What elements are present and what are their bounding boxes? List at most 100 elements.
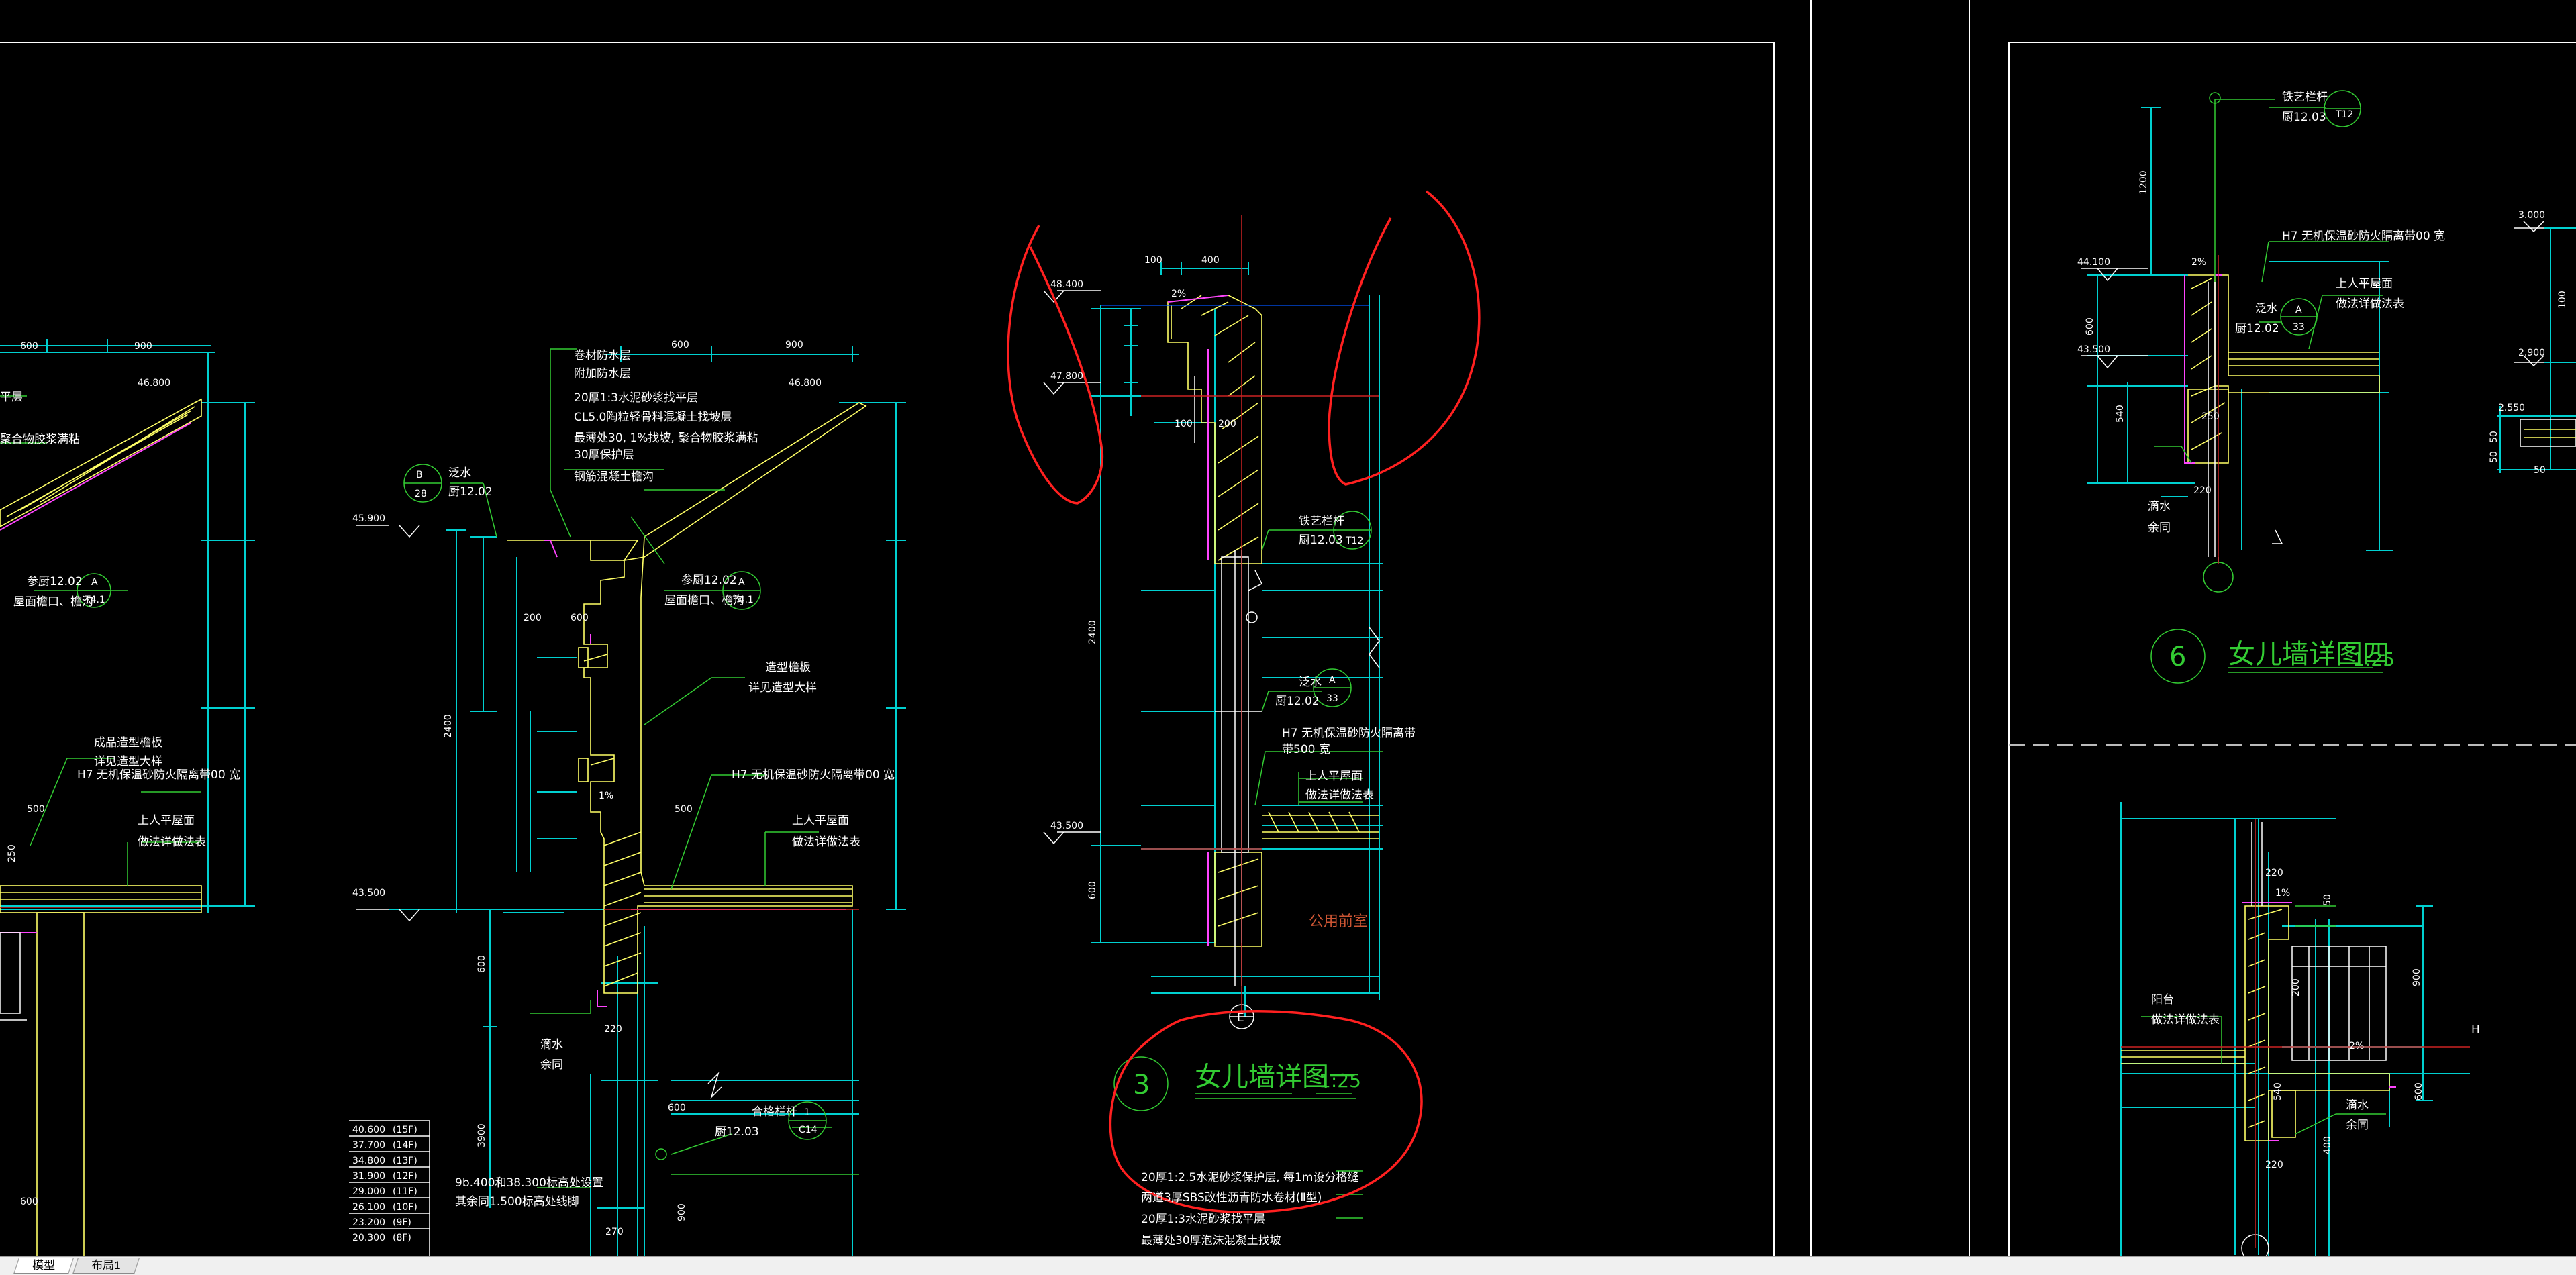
detail-6-label-5: 做法详做法表 — [2336, 297, 2404, 311]
level-value: 34.800 — [352, 1156, 385, 1166]
detail-mid-ref-b-top: B — [416, 470, 423, 480]
detail-mid-ref-b-bottom: 28 — [415, 489, 427, 499]
detail-mid-dim-220: 220 — [604, 1024, 622, 1035]
detail-3-note-1: 20厚1:2.5水泥砂浆保护层, 每1m设分格缝 — [1141, 1171, 1358, 1184]
detail-3-elev-3: 43.500 — [1050, 821, 1083, 831]
tab-layout1[interactable]: 布局1 — [72, 1258, 140, 1274]
detail-mid-label-9: 厨12.02 — [448, 485, 493, 499]
detail-left — [0, 339, 255, 1256]
detail-3-elev-2: 47.800 — [1050, 371, 1083, 382]
far-right-dim-1: 100 — [2557, 291, 2568, 309]
level-floor: (15F) — [393, 1125, 417, 1135]
detail-mid-label-2: 附加防水层 — [574, 367, 631, 380]
detail-3-room-name: 公用前室 — [1309, 913, 1368, 930]
detail-3-label-roof: 上人平屋面 — [1305, 770, 1363, 783]
detail-left-elev: 46.800 — [138, 378, 170, 389]
detail-mid-dim-600b: 600 — [571, 613, 589, 623]
detail-left-dim-4: 250 — [7, 844, 17, 862]
detail-mid-ref-c-top: 1 — [804, 1107, 810, 1118]
detail-left-ref-bottom: T4.1 — [84, 595, 105, 605]
detail-3-dim-4: 200 — [1218, 419, 1236, 429]
detail-mid-note-1: 9b.400和38.300标高处设置 — [455, 1176, 603, 1190]
detail-left-dim-1: 600 — [20, 341, 38, 352]
detail-mid-label-8: 泛水 — [448, 466, 471, 480]
detail-6-elev-1: 44.100 — [2077, 257, 2110, 268]
detail-6-number: 6 — [2169, 642, 2186, 672]
detail-mid-label-10: 参厨12.02 — [681, 574, 737, 587]
detail-3-ref-bubble-1: T12 — [1345, 536, 1363, 546]
detail-mid-label-7: 钢筋混凝土檐沟 — [574, 470, 654, 484]
detail-6-label-4: 上人平屋面 — [2336, 277, 2393, 291]
level-value: 29.000 — [352, 1186, 385, 1197]
far-right-dim-3: 50 — [2489, 451, 2499, 463]
detail-mid-label-1: 卷材防水层 — [574, 349, 631, 362]
detail-bottom-right — [2120, 802, 2470, 1256]
detail-left-label-8: 上人平屋面 — [138, 814, 195, 827]
detail-3-dim-1: 100 — [1144, 255, 1162, 266]
detail-3-dim-6: 600 — [1087, 881, 1098, 899]
detail-left-label-5: 成品造型檐板 — [94, 736, 162, 750]
detail-left-label-7: H7 无机保温砂防火隔离带00 宽 — [77, 768, 240, 782]
detail-mid-ref-a-bottom: T4.1 — [732, 595, 754, 605]
detail-mid-slope: 1% — [599, 790, 613, 801]
level-value: 20.300 — [352, 1233, 385, 1243]
detail-3-scale: 1:25 — [1319, 1070, 1361, 1092]
level-floor: (12F) — [393, 1171, 417, 1182]
layout-tab-bar: 模型 布局1 — [0, 1256, 2576, 1275]
detail-mid-label-6: 30厚保护层 — [574, 448, 634, 462]
far-right-elev-2: 2.900 — [2518, 348, 2545, 358]
detail-6-ref-2-top: A — [2295, 305, 2302, 315]
detail-3-note-3: 20厚1:3水泥砂浆找平层 — [1141, 1213, 1265, 1226]
detail-left-label-2: 聚合物胶浆满粘 — [0, 433, 80, 446]
detail-left-dim-3: 500 — [27, 804, 45, 815]
tab-model[interactable]: 模型 — [13, 1258, 74, 1274]
detail-mid-elev-1: 46.800 — [789, 378, 822, 389]
detail-3-slope: 2% — [1171, 289, 1186, 299]
detail-mid-dim-3900: 3900 — [477, 1123, 487, 1148]
detail-left-label-9: 做法详做法表 — [138, 835, 206, 849]
detail-6 — [2081, 90, 2393, 684]
detail-3-note-4: 最薄处30厚泡沫混凝土找坡 — [1141, 1234, 1281, 1247]
level-floor: (14F) — [393, 1140, 417, 1151]
detail-mid-label-15: 上人平屋面 — [792, 814, 849, 827]
detail-mid-elev-2: 45.900 — [352, 513, 385, 524]
detail-6-label-3: H7 无机保温砂防火隔离带00 宽 — [2282, 230, 2445, 243]
cad-drawing-canvas[interactable]: 3 女儿墙详图一 1:25 48.400 47.800 43.500 100 4… — [0, 0, 2576, 1256]
detail-left-label-4: 屋面檐口、檐沟 — [13, 595, 93, 609]
level-floor: (8F) — [393, 1233, 411, 1243]
detail-3-dim-2: 400 — [1201, 255, 1220, 266]
bottom-right-axis: H — [2471, 1023, 2480, 1037]
detail-6-ref-2-bottom: 33 — [2293, 322, 2305, 333]
level-floor: (9F) — [393, 1217, 411, 1228]
tab-model-label: 模型 — [32, 1259, 56, 1272]
detail-mid-dim-500: 500 — [675, 804, 693, 815]
red-markup-clouds — [1007, 190, 1481, 1214]
level-floor: (13F) — [393, 1156, 417, 1166]
bottom-right-label-4: 余同 — [2346, 1119, 2369, 1132]
bottom-right-slope-1: 1% — [2275, 888, 2290, 899]
detail-mid-label-18: 余同 — [540, 1058, 563, 1072]
far-right-elev-1: 3.000 — [2518, 210, 2545, 221]
detail-mid-label-5: 最薄处30, 1%找坡, 聚合物胶浆满粘 — [574, 431, 758, 445]
detail-3-label-insulation: H7 无机保温砂防火隔离带 — [1282, 727, 1416, 740]
detail-6-label-9: 余同 — [2148, 521, 2171, 535]
detail-mid-elev-3: 43.500 — [352, 888, 385, 899]
level-table: 40.600 (15F) 37.700 (14F) 34.800 (13F) 3… — [352, 1125, 417, 1243]
detail-6-dim-5: 250 — [2201, 411, 2220, 422]
detail-mid-label-17: 滴水 — [540, 1038, 563, 1052]
detail-3-number: 3 — [1133, 1070, 1150, 1101]
far-right-dim-2: 50 — [2489, 431, 2499, 443]
bottom-right-label-3: 滴水 — [2346, 1099, 2369, 1112]
detail-6-dim-3: 540 — [2115, 405, 2126, 423]
level-value: 23.200 — [352, 1217, 385, 1228]
detail-mid-label-19: 合格栏杆 — [752, 1105, 797, 1119]
level-value: 37.700 — [352, 1140, 385, 1151]
detail-3-label-ref-1: 厨12.03 — [1299, 533, 1343, 547]
detail-mid-label-4: CL5.0陶粒轻骨料混凝土找坡层 — [574, 411, 732, 424]
detail-mid-label-20: 厨12.03 — [715, 1125, 759, 1139]
detail-mid-dim-600d: 600 — [668, 1103, 686, 1113]
detail-mid-note-2: 其余同1.500标高处线脚 — [455, 1195, 579, 1209]
bottom-right-dim-5: 540 — [2273, 1082, 2283, 1101]
detail-3-ref-bubble-2-top: A — [1329, 675, 1336, 686]
far-right-dim-4: 50 — [2534, 465, 2546, 476]
